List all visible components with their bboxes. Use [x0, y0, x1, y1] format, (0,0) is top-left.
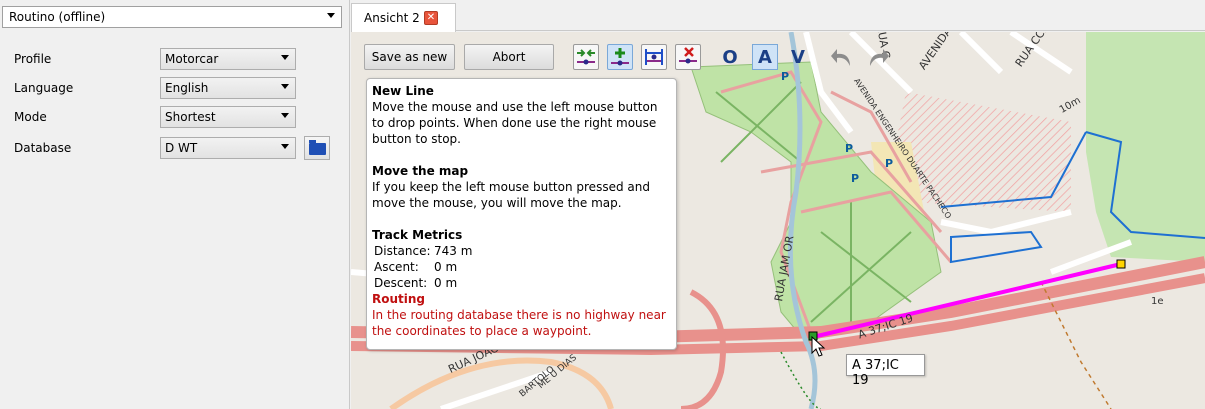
- parking-label: P: [781, 70, 790, 83]
- language-value: English: [165, 81, 209, 95]
- redo-icon[interactable]: [864, 44, 890, 70]
- add-point-icon[interactable]: [607, 44, 633, 70]
- move-map-text: If you keep the left mouse button presse…: [372, 180, 650, 210]
- edit-help-panel: New Line Move the mouse and use the left…: [366, 78, 677, 350]
- save-as-new-button[interactable]: Save as new: [364, 44, 455, 70]
- move-points-icon[interactable]: [573, 44, 599, 70]
- routing-source-select[interactable]: Routino (offline): [2, 6, 342, 28]
- parking-label: P: [845, 142, 854, 155]
- new-line-title: New Line: [372, 84, 434, 98]
- metric-value: 743 m: [434, 244, 473, 258]
- mouse-cursor-icon: [811, 335, 826, 357]
- chevron-down-icon: [281, 144, 289, 149]
- chevron-down-icon: [281, 113, 289, 118]
- folder-icon: [309, 140, 326, 155]
- chevron-down-icon: [327, 13, 335, 18]
- routing-title: Routing: [372, 292, 426, 306]
- metric-label: Distance:: [374, 244, 431, 258]
- track-mode-v-button[interactable]: V: [785, 44, 811, 70]
- elevation-label: 1e: [1151, 296, 1164, 307]
- profile-label: Profile: [14, 52, 52, 66]
- track-metrics-title: Track Metrics: [372, 228, 463, 242]
- metric-value: 0 m: [434, 260, 458, 274]
- tab-label: Ansicht 2: [364, 11, 420, 25]
- routing-settings-panel: Routino (offline) Profile Motorcar Langu…: [0, 0, 350, 409]
- delete-point-icon[interactable]: [675, 44, 701, 70]
- profile-select[interactable]: Motorcar: [160, 48, 296, 70]
- metric-distance: Distance: 743 m: [372, 243, 671, 259]
- track-mode-o-button[interactable]: O: [717, 44, 743, 70]
- parking-label: P: [851, 172, 860, 185]
- metric-ascent: Ascent: 0 m: [372, 259, 671, 275]
- language-select[interactable]: English: [160, 77, 296, 99]
- language-label: Language: [14, 81, 74, 95]
- routing-error-text: In the routing database there is no high…: [372, 308, 666, 338]
- view-tab-bar: [351, 0, 1205, 31]
- mode-select[interactable]: Shortest: [160, 106, 296, 128]
- database-value: D WT: [165, 141, 198, 155]
- mode-label: Mode: [14, 110, 47, 124]
- metric-descent: Descent: 0 m: [372, 275, 671, 291]
- parking-label: P: [885, 157, 894, 170]
- tab-ansicht-2[interactable]: Ansicht 2 ✕: [351, 3, 456, 32]
- database-label: Database: [14, 141, 72, 155]
- new-line-text: Move the mouse and use the left mouse bu…: [372, 100, 658, 146]
- metric-value: 0 m: [434, 276, 458, 290]
- open-database-button[interactable]: [304, 136, 330, 160]
- metric-label: Ascent:: [374, 260, 419, 274]
- profile-value: Motorcar: [165, 52, 219, 66]
- track-mode-a-button[interactable]: A: [752, 44, 778, 70]
- road-tooltip: A 37;IC 19: [846, 354, 925, 388]
- move-map-title: Move the map: [372, 164, 469, 178]
- mode-value: Shortest: [165, 110, 216, 124]
- abort-button[interactable]: Abort: [464, 44, 554, 70]
- chevron-down-icon: [281, 55, 289, 60]
- chevron-down-icon: [281, 84, 289, 89]
- forest-area: [1086, 32, 1205, 262]
- close-icon[interactable]: ✕: [424, 11, 438, 25]
- insert-point-icon[interactable]: [641, 44, 667, 70]
- route-end-point: [1116, 259, 1126, 269]
- database-select[interactable]: D WT: [160, 137, 296, 159]
- undo-icon[interactable]: [830, 44, 856, 70]
- routing-source-value: Routino (offline): [9, 10, 106, 24]
- metric-label: Descent:: [374, 276, 428, 290]
